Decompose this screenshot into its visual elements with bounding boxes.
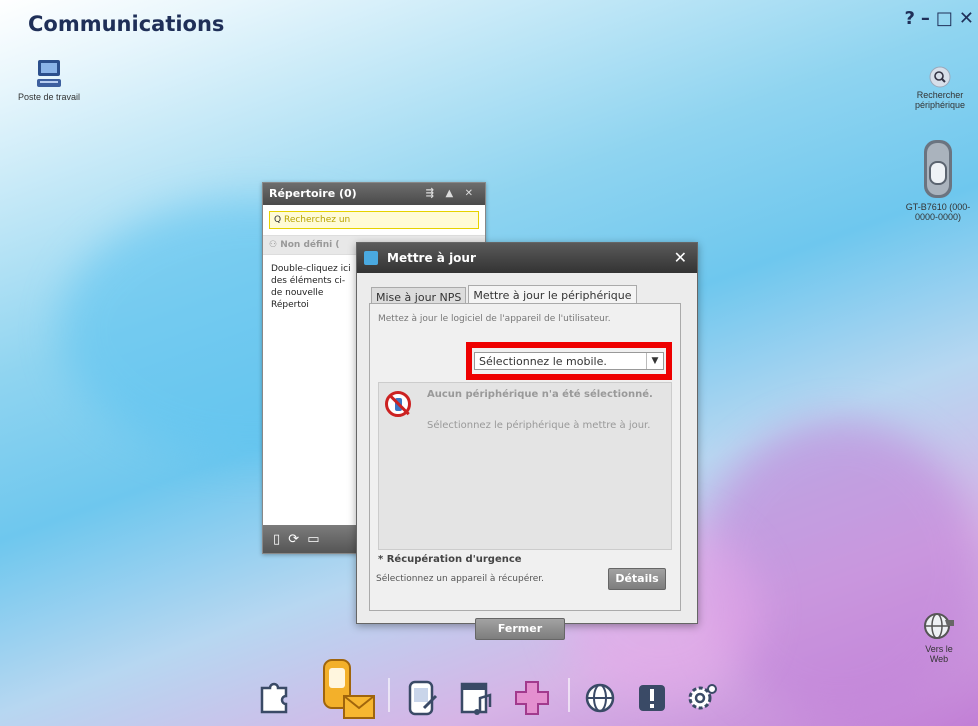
- urgence-text: Sélectionnez un appareil à récupérer.: [376, 574, 545, 584]
- title-bar: Communications ? – □ ✕: [0, 0, 978, 40]
- web-label: Vers le Web: [925, 644, 953, 664]
- dialog-title: Mettre à jour: [387, 251, 476, 265]
- update-dialog: Mettre à jour ✕ Mise à jour NPS Mettre à…: [356, 242, 698, 640]
- details-button[interactable]: Détails: [608, 568, 666, 590]
- no-device-icon: [385, 391, 411, 417]
- alert-icon[interactable]: [632, 678, 672, 718]
- urgence-title: * Récupération d'urgence: [378, 554, 522, 565]
- search-icon: [929, 66, 951, 88]
- close-icon[interactable]: ✕: [674, 243, 687, 273]
- puzzle-icon[interactable]: [254, 678, 294, 718]
- repertoire-header: Répertoire (0) ⇶ ▲ ✕: [263, 183, 485, 205]
- close-button[interactable]: Fermer: [475, 618, 565, 640]
- search-device-label: Rechercher périphérique: [914, 90, 966, 110]
- repertoire-title: Répertoire (0): [269, 187, 357, 200]
- plus-icon[interactable]: [512, 678, 552, 718]
- search-device[interactable]: Rechercher périphérique: [904, 66, 976, 110]
- maximize-button[interactable]: □: [936, 8, 953, 29]
- help-button[interactable]: ?: [904, 8, 914, 29]
- device-info-box: Aucun périphérique n'a été sélectionné. …: [378, 382, 672, 550]
- repertoire-footer-icons[interactable]: ▯ ⟳ ▭: [273, 532, 322, 547]
- device-item[interactable]: GT-B7610 (000-0000-0000): [898, 138, 978, 222]
- info-title: Aucun périphérique n'a été sélectionné.: [427, 389, 653, 400]
- contacts-icon: ⚇: [269, 240, 278, 250]
- minimize-button[interactable]: –: [921, 8, 930, 29]
- repertoire-search-placeholder: Recherchez un: [283, 215, 351, 225]
- taskbar: [240, 654, 780, 726]
- media-icon[interactable]: [456, 678, 496, 718]
- separator: [388, 678, 390, 712]
- poste-label: Poste de travail: [17, 92, 81, 102]
- separator: [568, 678, 570, 712]
- phone-icon: [924, 140, 952, 198]
- device-label: GT-B7610 (000-0000-0000): [905, 202, 971, 222]
- repertoire-controls[interactable]: ⇶ ▲ ✕: [426, 183, 477, 205]
- search-icon: Q: [274, 215, 282, 225]
- phone-message-icon[interactable]: [318, 654, 378, 726]
- repertoire-search-input[interactable]: Q Recherchez un: [269, 211, 479, 229]
- globe-icon: [924, 613, 954, 639]
- dialog-header: Mettre à jour ✕: [357, 243, 697, 273]
- repertoire-hint: Double-cliquez ici des éléments ci-de no…: [271, 264, 351, 310]
- repertoire-group-label: Non défini (: [280, 240, 340, 250]
- tab-panel: Mettez à jour le logiciel de l'appareil …: [369, 303, 681, 611]
- info-text: Sélectionnez le périphérique à mettre à …: [427, 420, 651, 431]
- close-app-button[interactable]: ✕: [959, 8, 974, 29]
- update-icon: [364, 251, 378, 265]
- window-controls: ? – □ ✕: [904, 8, 974, 29]
- panel-description: Mettez à jour le logiciel de l'appareil …: [378, 314, 611, 324]
- highlight-box: [466, 342, 672, 380]
- web-link[interactable]: Vers le Web: [916, 610, 962, 664]
- app-title: Communications: [28, 12, 225, 36]
- gear-icon[interactable]: [682, 678, 722, 718]
- computer-icon: [37, 60, 61, 87]
- phone-edit-icon[interactable]: [402, 678, 442, 718]
- poste-de-travail[interactable]: Poste de travail: [14, 58, 84, 102]
- globe-icon[interactable]: [580, 678, 620, 718]
